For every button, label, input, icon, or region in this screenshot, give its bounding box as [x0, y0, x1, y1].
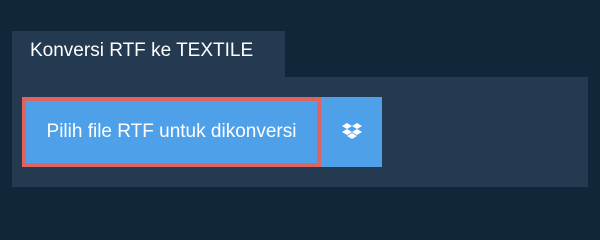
dropbox-icon — [341, 123, 362, 141]
choose-file-button-label: Pilih file RTF untuk dikonversi — [46, 121, 297, 142]
dropbox-button[interactable] — [321, 97, 382, 167]
tab-konversi: Konversi RTF ke TEXTILE — [12, 31, 285, 77]
choose-file-button[interactable]: Pilih file RTF untuk dikonversi — [22, 97, 321, 167]
tab-label: Konversi RTF ke TEXTILE — [30, 40, 254, 61]
